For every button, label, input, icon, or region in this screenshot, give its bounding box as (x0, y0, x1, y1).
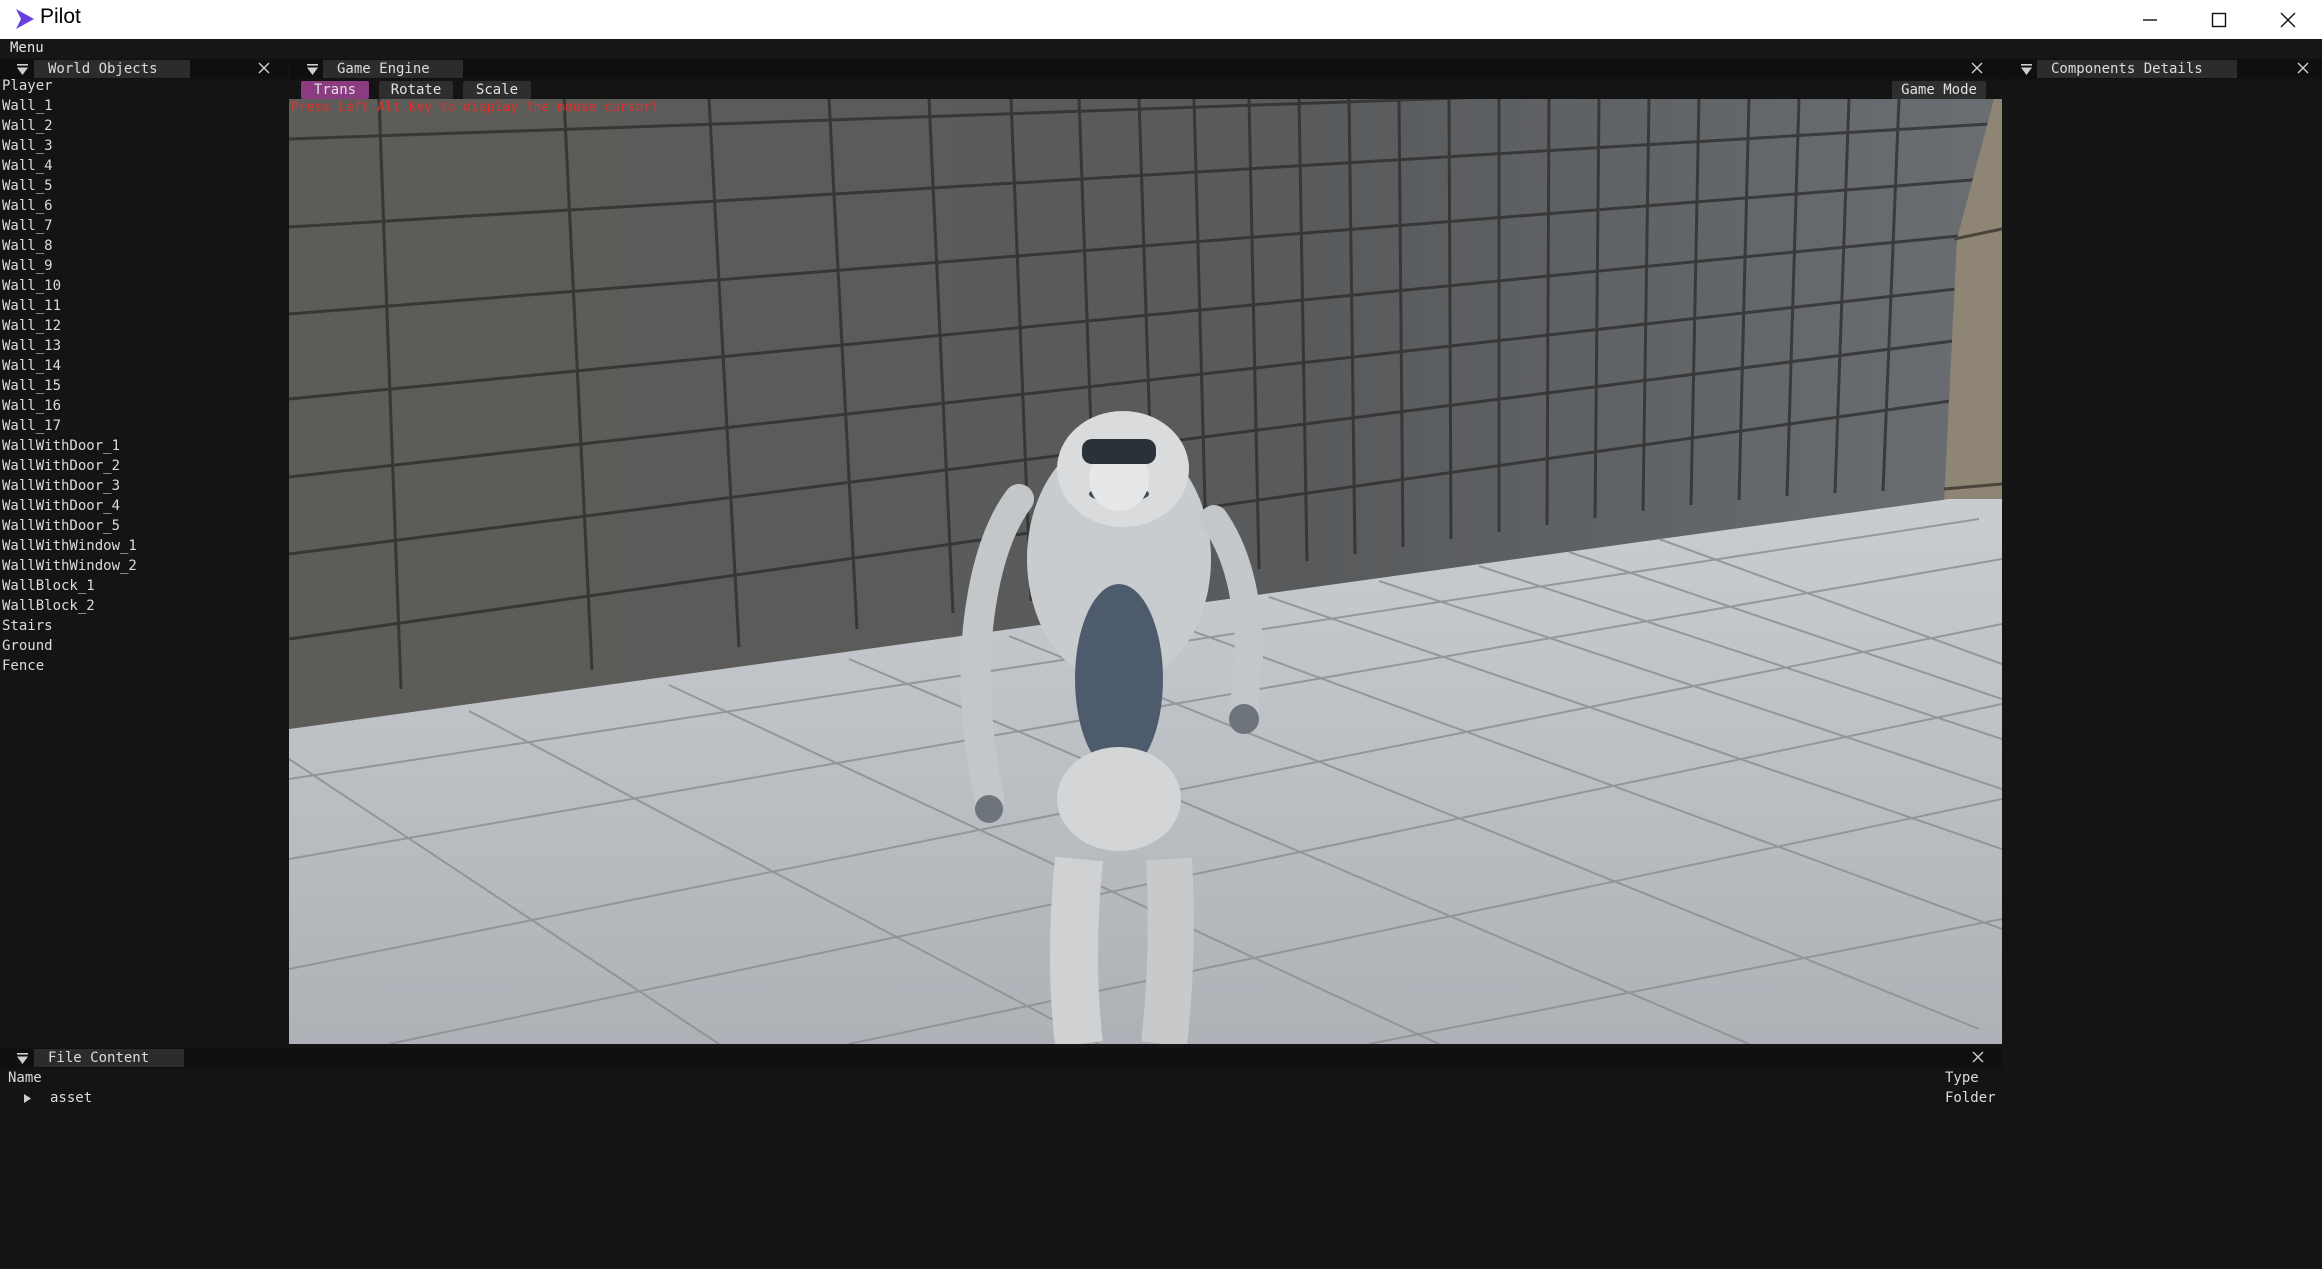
world-objects-panel: World Objects Player Wall_1 Wall_2 Wall_3 Wa… (0, 59, 288, 1044)
panel-menu-triangle-icon[interactable] (306, 63, 319, 76)
close-icon[interactable] (1970, 1049, 1986, 1065)
world-object-item[interactable]: WallWithDoor_5 (2, 516, 137, 536)
scene-viewport[interactable]: Press Left Alt key to display the mouse … (289, 99, 2002, 1044)
maximize-icon (2211, 12, 2227, 27)
trans-tool-button[interactable]: Trans (301, 81, 369, 99)
world-object-item[interactable]: Wall_16 (2, 396, 137, 416)
world-object-item[interactable]: Wall_8 (2, 236, 137, 256)
title-bar: Pilot (0, 0, 2322, 39)
world-object-item[interactable]: Wall_15 (2, 376, 137, 396)
world-object-item[interactable]: Fence (2, 656, 137, 676)
world-object-item[interactable]: Wall_4 (2, 156, 137, 176)
column-header-name[interactable]: Name (8, 1068, 42, 1088)
world-object-item[interactable]: WallWithDoor_3 (2, 476, 137, 496)
scale-tool-button[interactable]: Scale (463, 81, 531, 99)
world-object-item[interactable]: Wall_1 (2, 96, 137, 116)
world-object-item[interactable]: WallWithDoor_1 (2, 436, 137, 456)
game-engine-tabstrip: Game Engine (289, 59, 2002, 79)
panel-menu-triangle-icon[interactable] (16, 63, 29, 76)
panel-menu-triangle-icon[interactable] (2020, 63, 2033, 76)
rotate-tool-button[interactable]: Rotate (379, 81, 453, 99)
file-name: asset (50, 1090, 93, 1106)
close-window-button[interactable] (2254, 0, 2322, 39)
world-object-item[interactable]: WallWithDoor_2 (2, 456, 137, 476)
tab-file-content[interactable]: File Content (34, 1049, 184, 1067)
world-object-item[interactable]: Wall_6 (2, 196, 137, 216)
menu-item-menu[interactable]: Menu (10, 40, 44, 56)
world-object-item[interactable]: Wall_13 (2, 336, 137, 356)
window-title: Pilot (40, 5, 81, 28)
world-object-item[interactable]: WallWithWindow_1 (2, 536, 137, 556)
world-object-item[interactable]: Wall_2 (2, 116, 137, 136)
world-object-item[interactable]: Wall_11 (2, 296, 137, 316)
tab-game-engine[interactable]: Game Engine (323, 60, 463, 78)
mouse-cursor-hint: Press Left Alt key to display the mouse … (291, 100, 659, 115)
world-object-item[interactable]: Wall_9 (2, 256, 137, 276)
components-details-tabstrip: Components Details (2003, 59, 2322, 79)
game-engine-panel: Game Engine Trans Rotate Scale Game Mode (289, 59, 2002, 1044)
menu-bar: Menu (0, 39, 2322, 59)
table-row[interactable]: asset Folder (0, 1088, 2002, 1108)
close-icon[interactable] (1969, 60, 1985, 76)
expand-arrow-icon[interactable] (23, 1094, 32, 1103)
scene-render (289, 99, 2002, 1044)
close-icon[interactable] (256, 60, 272, 76)
world-object-item[interactable]: Wall_10 (2, 276, 137, 296)
file-content-panel: File Content Name Type asset Folder (0, 1048, 2002, 1269)
close-icon (2280, 12, 2296, 27)
file-content-tabstrip: File Content (0, 1048, 2002, 1068)
world-object-item[interactable]: Stairs (2, 616, 137, 636)
close-icon[interactable] (2295, 60, 2311, 76)
world-object-item[interactable]: WallWithDoor_4 (2, 496, 137, 516)
tab-components-details[interactable]: Components Details (2037, 60, 2237, 78)
minimize-button[interactable] (2116, 0, 2184, 39)
world-object-item[interactable]: Wall_14 (2, 356, 137, 376)
game-mode-button[interactable]: Game Mode (1892, 81, 1986, 99)
world-object-item[interactable]: Wall_17 (2, 416, 137, 436)
components-details-panel: Components Details (2003, 59, 2322, 1269)
panel-menu-triangle-icon[interactable] (16, 1052, 29, 1065)
world-object-item[interactable]: WallBlock_1 (2, 576, 137, 596)
column-header-type[interactable]: Type (1945, 1068, 1979, 1088)
world-object-item[interactable]: Wall_5 (2, 176, 137, 196)
file-type: Folder (1945, 1090, 1996, 1106)
world-object-item[interactable]: Wall_7 (2, 216, 137, 236)
world-object-item[interactable]: WallWithWindow_2 (2, 556, 137, 576)
file-table-header: Name Type (0, 1068, 2002, 1088)
world-object-item[interactable]: WallBlock_2 (2, 596, 137, 616)
pilot-logo-icon (16, 9, 34, 29)
world-object-item[interactable]: Ground (2, 636, 137, 656)
world-objects-list: Player Wall_1 Wall_2 Wall_3 Wall_4 Wall_5 Wall… (2, 76, 137, 676)
maximize-button[interactable] (2185, 0, 2253, 39)
world-object-item[interactable]: Wall_12 (2, 316, 137, 336)
world-object-item[interactable]: Player (2, 76, 137, 96)
minimize-icon (2143, 18, 2157, 21)
transform-toolbar: Trans Rotate Scale Game Mode (289, 79, 2002, 99)
world-object-item[interactable]: Wall_3 (2, 136, 137, 156)
